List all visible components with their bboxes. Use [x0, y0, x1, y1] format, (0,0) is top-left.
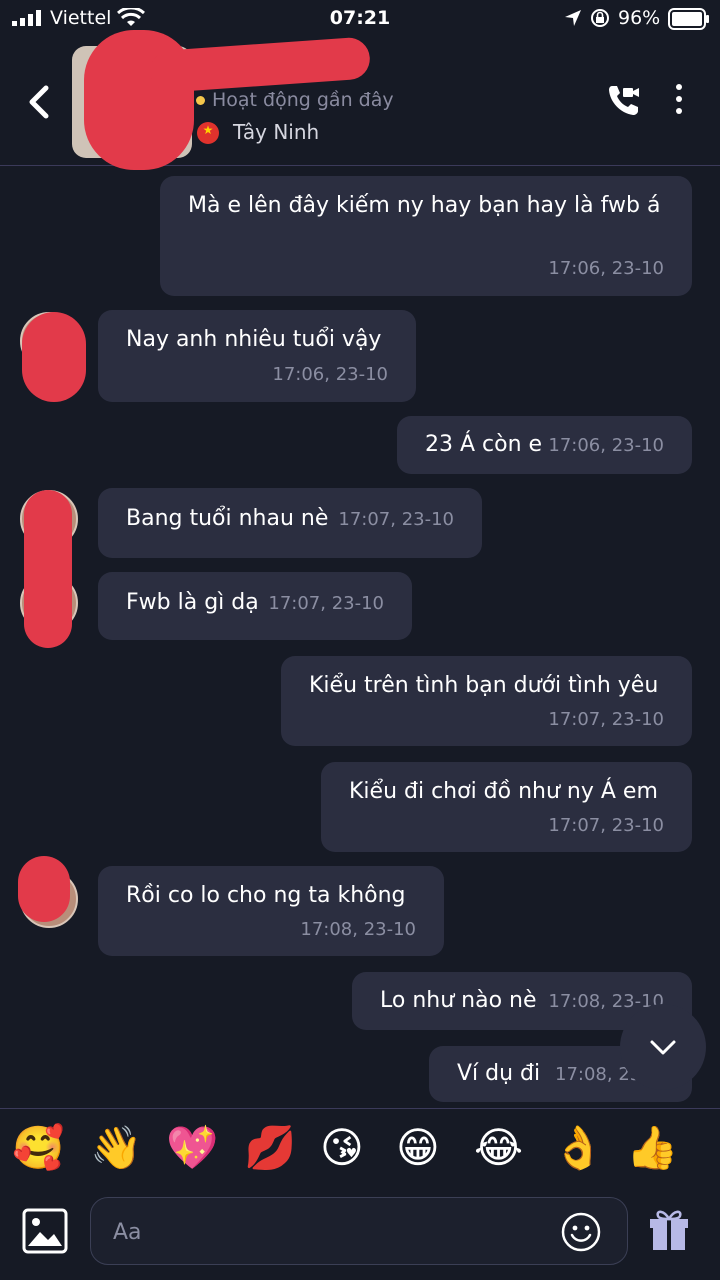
message-text: 23 Á còn e	[425, 432, 543, 457]
message-time: 17:06, 23-10	[548, 258, 664, 279]
rotation-lock-icon	[591, 9, 609, 27]
emoji-quick-bar: 🥰 👋 💖 💋 😘 😁 😂 👌 👍	[0, 1108, 720, 1192]
video-call-button[interactable]	[606, 82, 642, 118]
gift-button[interactable]	[648, 1206, 690, 1252]
message-bubble-received[interactable]: Rồi co lo cho ng ta không 17:08, 23-10	[98, 866, 444, 956]
message-text: Rồi co lo cho ng ta không	[126, 883, 406, 908]
scroll-to-bottom-button[interactable]	[620, 1004, 706, 1090]
contact-location: Tây Ninh	[233, 120, 320, 144]
back-button[interactable]	[22, 82, 56, 122]
message-bubble-received[interactable]: Fwb là gì dạ 17:07, 23-10	[98, 572, 412, 640]
vietnam-flag-icon	[197, 122, 219, 144]
message-text: Mà e lên đây kiếm ny hay bạn hay là fwb …	[188, 193, 661, 218]
message-input[interactable]	[113, 1216, 543, 1248]
message-composer	[0, 1192, 720, 1280]
emoji-sparkling-heart[interactable]: 💖	[166, 1123, 218, 1173]
message-text: Nay anh nhiêu tuổi vậy	[126, 327, 382, 352]
clock: 07:21	[329, 7, 391, 29]
message-bubble-received[interactable]: Nay anh nhiêu tuổi vậy 17:06, 23-10	[98, 310, 416, 402]
battery-percent: 96%	[618, 7, 661, 29]
message-bubble-received[interactable]: Bang tuổi nhau nè 17:07, 23-10	[98, 488, 482, 558]
emoji-tears-of-joy[interactable]: 😂	[474, 1123, 523, 1173]
message-bubble-sent[interactable]: Kiểu trên tình bạn dưới tình yêu 17:07, …	[281, 656, 692, 746]
emoji-kiss-mark[interactable]: 💋	[244, 1123, 296, 1173]
message-time: 17:07, 23-10	[338, 509, 454, 530]
emoji-ok-hand[interactable]: 👌	[552, 1123, 604, 1173]
more-options-button[interactable]	[672, 84, 686, 120]
chevron-down-icon	[650, 1040, 676, 1055]
message-bubble-sent[interactable]: Kiểu đi chơi đồ như ny Á em 17:07, 23-10	[321, 762, 692, 852]
message-time: 17:07, 23-10	[268, 593, 384, 614]
message-bubble-sent[interactable]: Mà e lên đây kiếm ny hay bạn hay là fwb …	[160, 176, 692, 296]
emoji-grinning[interactable]: 😁	[396, 1123, 440, 1173]
message-bubble-sent[interactable]: 23 Á còn e 17:06, 23-10	[397, 416, 692, 474]
emoji-thumbs-up[interactable]: 👍	[626, 1123, 678, 1173]
emoji-waving-hand[interactable]: 👋	[90, 1123, 142, 1173]
location-arrow-icon	[565, 10, 581, 26]
emoji-blowing-kiss[interactable]: 😘	[320, 1123, 364, 1173]
redaction-mark	[22, 312, 86, 402]
redaction-mark	[24, 490, 72, 648]
status-dot	[196, 96, 205, 105]
message-time: 17:07, 23-10	[548, 709, 664, 730]
redaction-mark	[18, 856, 70, 922]
message-text: Kiểu trên tình bạn dưới tình yêu	[309, 673, 659, 698]
message-time: 17:07, 23-10	[548, 815, 664, 836]
chat-header: Hoạt động gần đây Tây Ninh	[0, 30, 720, 170]
message-text: Kiểu đi chơi đồ như ny Á em	[349, 779, 658, 804]
image-picker-button[interactable]	[22, 1208, 68, 1254]
redaction-mark	[148, 36, 372, 94]
message-time: 17:08, 23-10	[300, 919, 416, 940]
battery-icon	[668, 8, 709, 30]
status-bar: Viettel 07:21 96%	[0, 0, 720, 38]
activity-status: Hoạt động gần đây	[212, 89, 394, 111]
emoji-smiling-hearts[interactable]: 🥰	[12, 1123, 64, 1173]
message-text: Fwb là gì dạ	[126, 590, 259, 615]
message-text: Lo như nào nè	[380, 988, 537, 1013]
message-time: 17:06, 23-10	[272, 364, 388, 385]
message-text: Bang tuổi nhau nè	[126, 506, 329, 531]
emoji-picker-button[interactable]	[561, 1212, 601, 1252]
message-input-box[interactable]	[90, 1197, 628, 1265]
message-time: 17:06, 23-10	[548, 435, 664, 456]
message-text: Ví dụ đi	[457, 1061, 541, 1086]
